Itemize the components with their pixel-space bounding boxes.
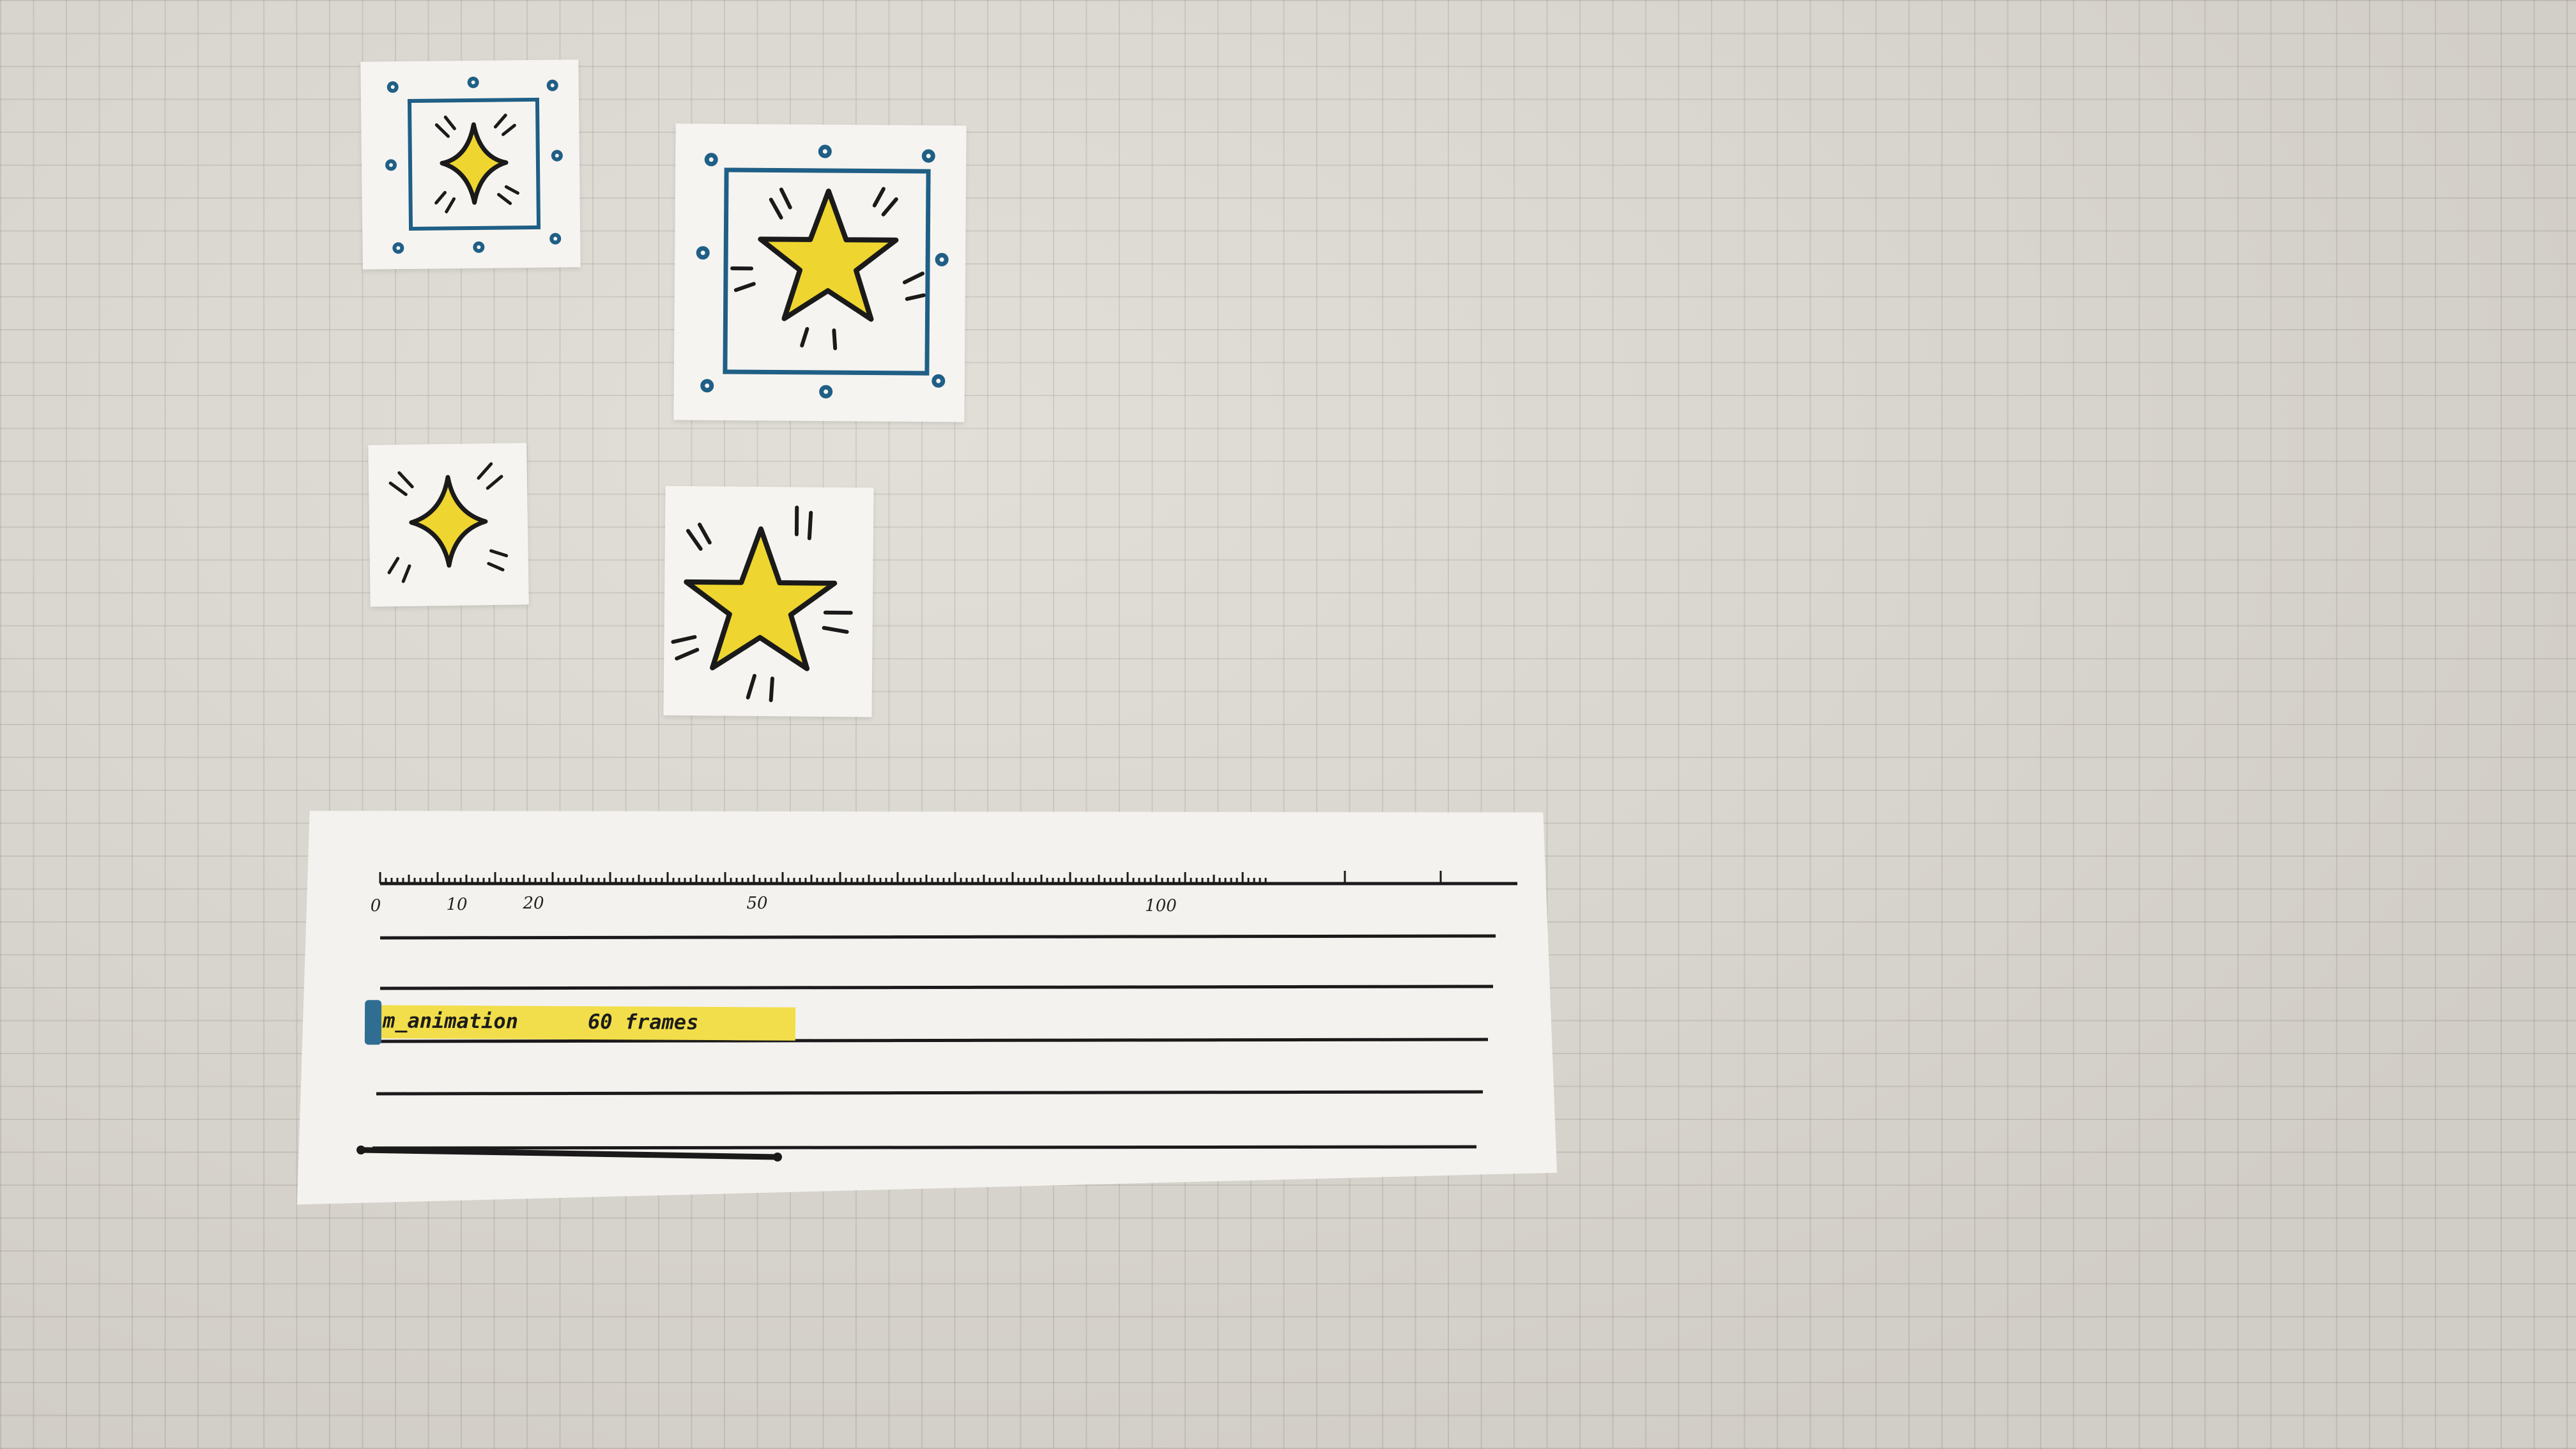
track-line	[379, 934, 1496, 940]
clip-trim-handle[interactable]	[364, 1000, 382, 1045]
sparkle-icon	[387, 462, 509, 583]
clip-frame-count: 60 frames	[587, 1009, 699, 1034]
ruler-label-100: 100	[1145, 896, 1177, 916]
clip-name: m_animation	[382, 1008, 519, 1034]
track-line	[379, 1038, 1489, 1043]
star-icon	[671, 505, 853, 703]
star-frame-card[interactable]	[673, 123, 967, 422]
ruler-label-10: 10	[446, 895, 468, 914]
sparkle-in-frame-icon	[385, 76, 563, 254]
sparkle-frame-card[interactable]	[360, 59, 581, 270]
track-line	[376, 1090, 1483, 1096]
track-line	[379, 985, 1494, 990]
sparkle-card[interactable]	[368, 443, 529, 607]
timeline-panel[interactable]: 0 10 20 50 100 m_animation 60 frames	[297, 811, 1558, 1205]
star-in-frame-icon	[696, 144, 949, 399]
ruler-label-20: 20	[523, 894, 544, 913]
track-line	[372, 1145, 1477, 1150]
ruler-label-50: 50	[746, 894, 768, 913]
ruler-label-0: 0	[370, 896, 381, 916]
star-card[interactable]	[663, 486, 874, 717]
animation-clip[interactable]: m_animation 60 frames	[364, 1000, 796, 1045]
